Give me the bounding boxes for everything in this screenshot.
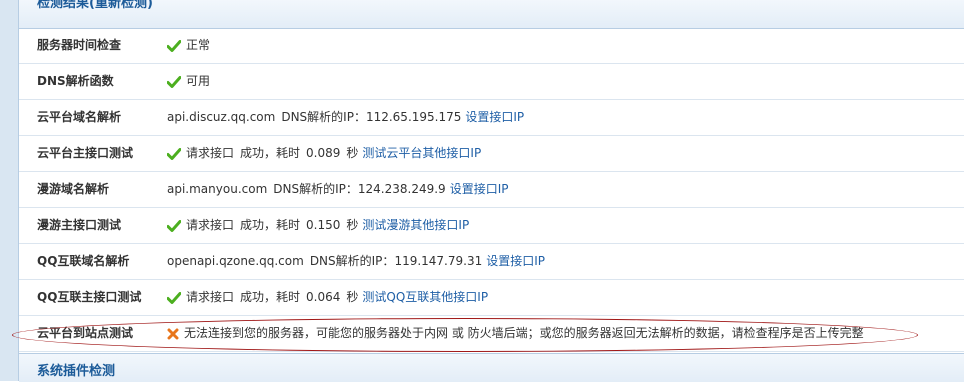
test-other-ip-link[interactable]: 测试漫游其他接口IP xyxy=(362,208,469,243)
error-text: 无法连接到您的服务器，可能您的服务器处于内网 或 防火墙后端；或您的服务器返回无… xyxy=(184,326,864,340)
time-value: 0.150 xyxy=(306,218,341,232)
status-text: 正常 xyxy=(186,38,211,52)
row-value: 请求接口 成功，耗时 0.089 秒 测试云平台其他接口IP xyxy=(167,136,481,171)
set-ip-link[interactable]: 设置接口IP xyxy=(465,100,524,135)
time-unit: 秒 xyxy=(346,218,359,232)
row-value: 正常 xyxy=(167,28,210,63)
error-x-icon xyxy=(167,328,179,339)
table-row: 漫游主接口测试 请求接口 成功，耗时 0.150 秒 测试漫游其他接口IP xyxy=(19,208,964,244)
section-title: 检测结果(重新检测) xyxy=(37,0,153,11)
request-text: 请求接口 xyxy=(186,290,235,304)
row-value: openapi.qzone.qq.com DNS解析的IP： 119.147.7… xyxy=(167,244,545,279)
table-row: QQ互联主接口测试 请求接口 成功，耗时 0.064 秒 测试QQ互联其他接口I… xyxy=(19,280,964,316)
ip-text: 119.147.79.31 xyxy=(394,254,483,268)
dns-label: DNS解析的IP： xyxy=(309,254,395,268)
request-text: 请求接口 xyxy=(186,146,235,160)
row-label: 云平台主接口测试 xyxy=(37,146,134,160)
request-text: 请求接口 xyxy=(186,218,235,232)
time-value: 0.064 xyxy=(306,290,341,304)
domain-text: openapi.qzone.qq.com xyxy=(167,254,304,268)
check-icon xyxy=(167,219,181,232)
result-text: 成功，耗时 xyxy=(240,218,301,232)
table-row: 云平台域名解析 api.discuz.qq.com DNS解析的IP： 112.… xyxy=(19,100,964,136)
test-other-ip-link[interactable]: 测试云平台其他接口IP xyxy=(362,136,481,171)
check-icon xyxy=(167,75,181,88)
row-label: 云平台域名解析 xyxy=(37,110,122,124)
set-ip-link[interactable]: 设置接口IP xyxy=(450,172,509,207)
section-title: 系统插件检测 xyxy=(37,364,116,379)
test-other-ip-link[interactable]: 测试QQ互联其他接口IP xyxy=(362,280,488,315)
domain-text: api.discuz.qq.com xyxy=(167,110,276,124)
row-value: 无法连接到您的服务器，可能您的服务器处于内网 或 防火墙后端；或您的服务器返回无… xyxy=(167,316,864,351)
time-unit: 秒 xyxy=(346,146,359,160)
row-value: 可用 xyxy=(167,64,210,99)
result-text: 成功，耗时 xyxy=(240,146,301,160)
row-value: api.discuz.qq.com DNS解析的IP： 112.65.195.1… xyxy=(167,100,524,135)
time-value: 0.089 xyxy=(306,146,341,160)
table-row: 漫游域名解析 api.manyou.com DNS解析的IP： 124.238.… xyxy=(19,172,964,208)
table-row: DNS解析函数 可用 xyxy=(19,64,964,100)
ip-text: 112.65.195.175 xyxy=(365,110,462,124)
check-icon xyxy=(167,39,181,52)
row-value: 请求接口 成功，耗时 0.064 秒 测试QQ互联其他接口IP xyxy=(167,280,488,315)
check-icon xyxy=(167,147,181,160)
status-text: 可用 xyxy=(186,74,211,88)
domain-text: api.manyou.com xyxy=(167,182,268,196)
set-ip-link[interactable]: 设置接口IP xyxy=(486,244,545,279)
row-label: QQ互联主接口测试 xyxy=(37,290,142,304)
row-label: 云平台到站点测试 xyxy=(37,326,134,340)
section-header: 检测结果(重新检测) xyxy=(19,0,964,29)
time-unit: 秒 xyxy=(346,290,359,304)
check-results-table: 服务器时间检查 正常 DNS解析函数 可用 云平台域名解析 api.discuz… xyxy=(19,28,964,352)
row-label: 漫游主接口测试 xyxy=(37,218,122,232)
dns-label: DNS解析的IP： xyxy=(281,110,366,124)
row-value: api.manyou.com DNS解析的IP： 124.238.249.9 设… xyxy=(167,172,508,207)
row-label: DNS解析函数 xyxy=(37,74,114,88)
table-row: 云平台到站点测试 无法连接到您的服务器，可能您的服务器处于内网 或 防火墙后端；… xyxy=(19,316,964,352)
row-label: 服务器时间检查 xyxy=(37,38,122,52)
table-row: 云平台主接口测试 请求接口 成功，耗时 0.089 秒 测试云平台其他接口IP xyxy=(19,136,964,172)
row-label: QQ互联域名解析 xyxy=(37,254,130,268)
table-row: QQ互联域名解析 openapi.qzone.qq.com DNS解析的IP： … xyxy=(19,244,964,280)
result-text: 成功，耗时 xyxy=(240,290,301,304)
dns-label: DNS解析的IP： xyxy=(273,182,358,196)
left-panel-strip xyxy=(0,0,19,381)
row-label: 漫游域名解析 xyxy=(37,182,110,196)
row-value: 请求接口 成功，耗时 0.150 秒 测试漫游其他接口IP xyxy=(167,208,469,243)
table-row: 服务器时间检查 正常 xyxy=(19,28,964,64)
ip-text: 124.238.249.9 xyxy=(357,182,446,196)
section-header-plugins: 系统插件检测 xyxy=(19,353,964,382)
check-icon xyxy=(167,291,181,304)
